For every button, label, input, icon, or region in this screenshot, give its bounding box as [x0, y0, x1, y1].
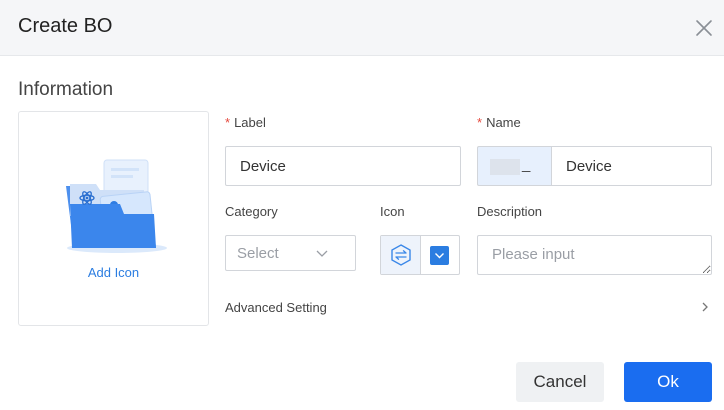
swap-arrows-hexagon-icon — [391, 244, 411, 266]
description-label: Description — [477, 204, 543, 219]
close-icon[interactable] — [692, 16, 716, 40]
name-prefix-text: _ — [522, 156, 531, 173]
label-field-text: Label — [234, 115, 266, 130]
advanced-setting-toggle[interactable]: Advanced Setting — [225, 300, 327, 315]
selected-icon-preview — [381, 236, 421, 274]
chevron-right-icon[interactable] — [700, 300, 710, 314]
dialog-title: Create BO — [18, 15, 113, 37]
name-prefix: _ — [477, 146, 552, 186]
dialog-header: Create BO — [0, 0, 724, 56]
folder-image-icon — [66, 159, 167, 253]
name-field-text: Name — [486, 115, 521, 130]
add-icon-label[interactable]: Add Icon — [19, 265, 208, 280]
name-input-value: Device — [566, 157, 612, 175]
required-mark: * — [477, 115, 483, 130]
category-select-placeholder: Select — [237, 245, 279, 262]
icon-dropdown-button[interactable] — [430, 246, 449, 265]
name-input[interactable]: Device — [551, 146, 712, 186]
icon-label: Icon — [380, 204, 405, 219]
cancel-button[interactable]: Cancel — [516, 362, 604, 402]
category-label: Category — [225, 204, 278, 219]
chevron-down-icon — [316, 250, 328, 257]
category-select[interactable]: Select — [225, 235, 356, 271]
name-field-label: * Name — [477, 115, 521, 130]
required-mark: * — [225, 115, 231, 130]
section-title: Information — [18, 79, 114, 100]
add-icon-card[interactable]: Add Icon — [18, 111, 209, 326]
label-field-label: * Label — [225, 115, 266, 130]
chevron-down-icon — [435, 253, 444, 259]
ok-button[interactable]: Ok — [624, 362, 712, 402]
name-prefix-blurred — [490, 159, 520, 175]
label-input-value: Device — [240, 157, 286, 175]
description-textarea[interactable] — [477, 235, 712, 275]
label-input[interactable]: Device — [225, 146, 461, 186]
icon-picker[interactable] — [380, 235, 460, 275]
